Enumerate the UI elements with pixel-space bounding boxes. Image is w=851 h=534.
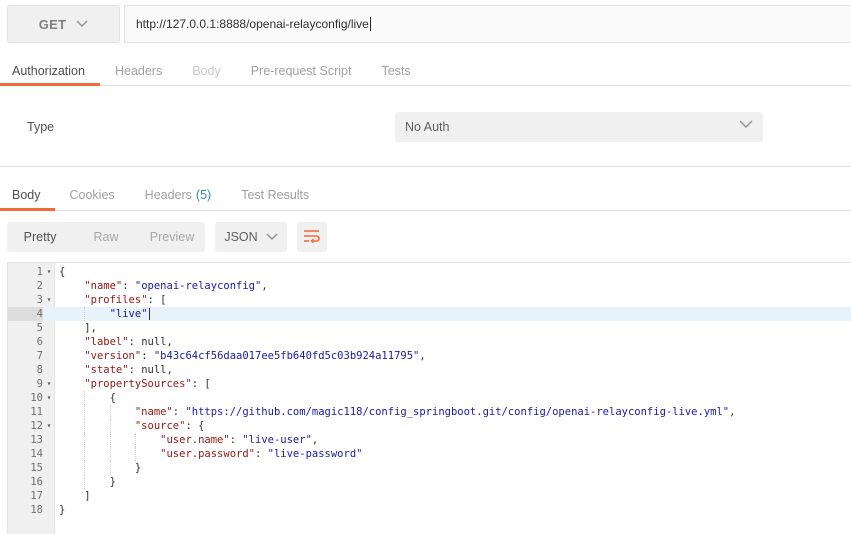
text-cursor <box>369 17 371 31</box>
code-line: 4 "live" <box>8 307 851 321</box>
fold-toggle-icon[interactable]: ▾ <box>45 293 53 307</box>
tab-headers[interactable]: Headers <box>100 56 177 85</box>
code-text: { <box>59 392 116 404</box>
method-select[interactable]: GET <box>7 5 120 43</box>
line-number: 9 <box>36 378 43 390</box>
code-text: } <box>59 462 142 474</box>
code-line: 9 ▾ "propertySources": [ <box>8 377 851 391</box>
fold-toggle-icon[interactable]: ▾ <box>45 391 53 405</box>
code-line: 14 "user.password": "live-password" <box>8 447 851 461</box>
line-number: 8 <box>36 364 43 376</box>
request-bar: GET http://127.0.0.1:8888/openai-relayco… <box>0 0 851 50</box>
line-number: 14 <box>30 448 43 460</box>
code-line: 11 "name": "https://github.com/magic118/… <box>8 405 851 419</box>
code-text: ], <box>59 322 97 334</box>
tab-cookies[interactable]: Cookies <box>55 180 130 210</box>
code-text: "user.name": "live-user", <box>160 434 319 446</box>
code-line: 3 ▾ "profiles": [ <box>8 293 851 307</box>
wrap-lines-button[interactable] <box>297 222 327 252</box>
code-line: 7 "version": "b43c64cf56daa017ee5fb640fd… <box>8 349 851 363</box>
line-number: 2 <box>36 280 43 292</box>
response-body-editor[interactable]: 1 ▾{2 "name": "openai-relayconfig", 3 ▾ "pr… <box>7 262 851 534</box>
code-line: 10 ▾ { <box>8 391 851 405</box>
code-line: 17 ] <box>8 489 851 503</box>
code-text: "label": null, <box>84 336 173 348</box>
line-number: 4 <box>8 307 43 321</box>
line-number: 17 <box>30 490 43 502</box>
code-text: "version": "b43c64cf56daa017ee5fb640fd5c… <box>84 350 426 362</box>
line-number: 1 <box>36 266 43 278</box>
code-lines: 1 ▾{2 "name": "openai-relayconfig", 3 ▾ "pr… <box>8 265 851 517</box>
language-value: JSON <box>224 230 258 244</box>
chevron-down-icon <box>739 120 753 129</box>
line-number: 3 <box>36 294 43 306</box>
language-select[interactable]: JSON <box>215 222 287 252</box>
code-text: { <box>59 266 66 278</box>
line-number: 13 <box>30 434 43 446</box>
line-number: 11 <box>30 406 43 418</box>
code-line: 12 ▾ "source": { <box>8 419 851 433</box>
code-line: 18} <box>8 503 851 517</box>
line-number: 16 <box>30 476 43 488</box>
fold-toggle-icon[interactable]: ▾ <box>45 265 53 279</box>
chevron-down-icon <box>76 20 88 28</box>
code-line: 15 } <box>8 461 851 475</box>
code-text: "state": null, <box>84 364 173 376</box>
code-text: "profiles": [ <box>84 294 167 306</box>
code-line: 8 "state": null, <box>8 363 851 377</box>
authorization-panel: Type No Auth <box>0 87 851 167</box>
line-number: 7 <box>36 350 43 362</box>
code-text: } <box>59 504 66 516</box>
request-tabs: Authorization Headers Body Pre-request S… <box>0 56 851 86</box>
code-text: "propertySources": [ <box>84 378 211 390</box>
tab-test-results[interactable]: Test Results <box>226 180 324 210</box>
code-text: "user.password": "live-password" <box>160 448 363 460</box>
view-preview-button[interactable]: Preview <box>139 222 205 252</box>
code-line: 1 ▾ { <box>8 265 851 279</box>
tab-response-body[interactable]: Body <box>0 180 55 211</box>
code-line: 5 ], <box>8 321 851 335</box>
tab-authorization[interactable]: Authorization <box>0 56 100 86</box>
headers-count-badge: (5) <box>195 188 212 202</box>
line-number: 12 <box>30 420 43 432</box>
line-number: 18 <box>30 504 43 516</box>
method-label: GET <box>38 16 67 32</box>
chevron-down-icon <box>266 233 278 241</box>
wrap-lines-icon <box>303 229 321 246</box>
code-text: } <box>59 476 116 488</box>
line-number: 5 <box>36 322 43 334</box>
line-number: 6 <box>36 336 43 348</box>
tab-body[interactable]: Body <box>177 56 236 85</box>
code-line: 6 "label": null, <box>8 335 851 349</box>
view-raw-button[interactable]: Raw <box>73 222 139 252</box>
line-number: 10 <box>30 392 43 404</box>
code-line: 13 "user.name": "live-user", <box>8 433 851 447</box>
code-text: "source": { <box>134 420 205 432</box>
code-text: ] <box>59 490 91 502</box>
response-headers-label: Headers <box>144 188 192 202</box>
tab-response-headers[interactable]: Headers (5) <box>130 180 227 210</box>
url-input[interactable]: http://127.0.0.1:8888/openai-relayconfig… <box>124 5 851 43</box>
fold-toggle-icon[interactable]: ▾ <box>45 419 53 433</box>
response-toolbar: Pretty Raw Preview JSON <box>7 222 327 252</box>
url-text: http://127.0.0.1:8888/openai-relayconfig… <box>136 17 369 31</box>
code-text: "name": "https://github.com/magic118/con… <box>134 406 736 418</box>
auth-type-label: Type <box>27 120 55 134</box>
view-pretty-button[interactable]: Pretty <box>7 222 73 252</box>
auth-type-value: No Auth <box>405 120 450 134</box>
fold-toggle-icon[interactable]: ▾ <box>45 377 53 391</box>
auth-type-select[interactable]: No Auth <box>395 112 763 142</box>
code-line: 2 "name": "openai-relayconfig", <box>8 279 851 293</box>
line-number: 15 <box>30 462 43 474</box>
view-mode-switch: Pretty Raw Preview <box>7 222 205 252</box>
code-line: 16 } <box>8 475 851 489</box>
tab-tests[interactable]: Tests <box>366 56 425 85</box>
response-tabs: Body Cookies Headers (5) Test Results <box>0 180 851 211</box>
code-text: "name": "openai-relayconfig", <box>84 280 268 292</box>
code-text: "live" <box>109 308 150 320</box>
tab-pre-request-script[interactable]: Pre-request Script <box>236 56 367 85</box>
